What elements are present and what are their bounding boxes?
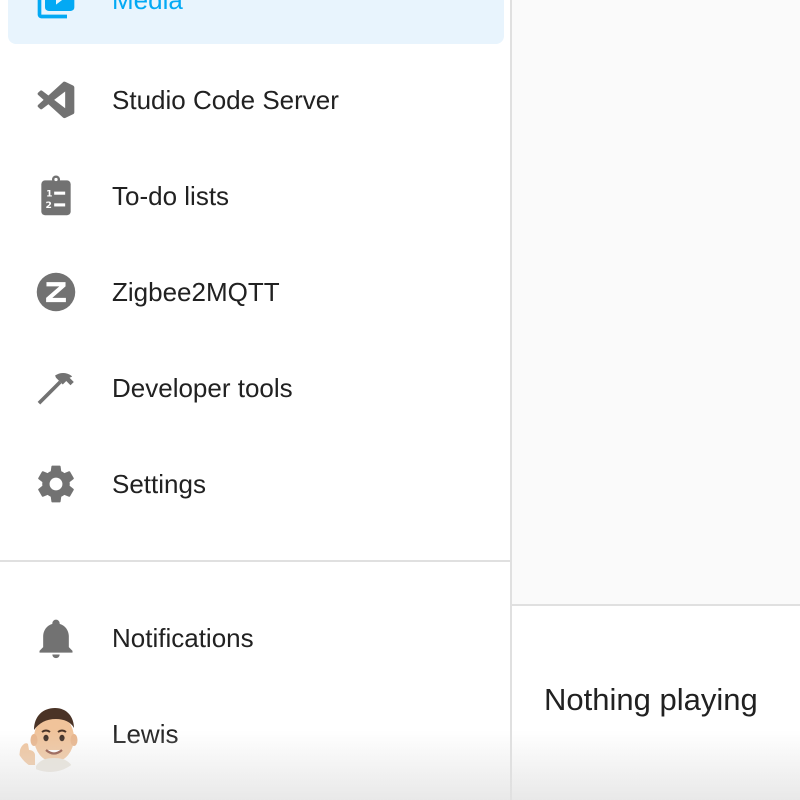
now-playing-status: Nothing playing bbox=[544, 682, 758, 717]
sidebar-item-label: Zigbee2MQTT bbox=[112, 277, 280, 307]
gear-icon bbox=[34, 462, 78, 506]
sidebar-item-studio-code-server[interactable]: Studio Code Server bbox=[8, 56, 504, 144]
sidebar-divider bbox=[0, 560, 510, 562]
sidebar: Media Studio Code Server 1 2 To-do lists… bbox=[0, 0, 512, 800]
sidebar-item-label: To-do lists bbox=[112, 181, 230, 211]
sidebar-item-notifications[interactable]: Notifications bbox=[8, 594, 504, 682]
svg-text:2: 2 bbox=[46, 200, 52, 211]
hammer-icon bbox=[34, 366, 78, 410]
sidebar-item-label: Notifications bbox=[112, 623, 254, 653]
media-icon bbox=[34, 0, 78, 22]
sidebar-item-label: Developer tools bbox=[112, 373, 293, 403]
sidebar-item-todo-lists[interactable]: 1 2 To-do lists bbox=[8, 152, 504, 240]
sidebar-item-label: Settings bbox=[112, 469, 206, 499]
avatar[interactable] bbox=[14, 700, 86, 772]
sidebar-item-label: Studio Code Server bbox=[112, 85, 339, 115]
sidebar-item-zigbee2mqtt[interactable]: Zigbee2MQTT bbox=[8, 248, 504, 336]
user-name: Lewis bbox=[112, 719, 179, 749]
clipboard-list-icon: 1 2 bbox=[34, 174, 78, 218]
zigbee-icon bbox=[34, 270, 78, 314]
vscode-icon bbox=[34, 78, 78, 122]
app-root: Media Studio Code Server 1 2 To-do lists… bbox=[0, 0, 800, 800]
bell-icon bbox=[34, 616, 78, 660]
sidebar-item-label: Media bbox=[112, 0, 183, 15]
media-player-bar[interactable]: Nothing playing bbox=[512, 604, 800, 800]
sidebar-item-settings[interactable]: Settings bbox=[8, 440, 504, 528]
sidebar-item-developer-tools[interactable]: Developer tools bbox=[8, 344, 504, 432]
main-content bbox=[512, 0, 800, 604]
svg-text:1: 1 bbox=[46, 188, 52, 199]
sidebar-item-media[interactable]: Media bbox=[8, 0, 504, 44]
